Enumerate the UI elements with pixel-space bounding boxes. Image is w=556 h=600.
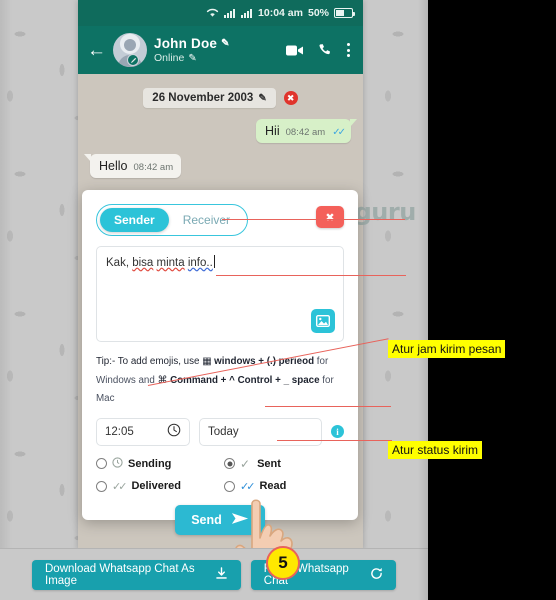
message-input[interactable]: Kak, bisa minta info..	[96, 246, 344, 342]
close-circle-icon[interactable]: ✖	[283, 91, 298, 105]
radio-delivered-label: Delivered	[131, 480, 181, 493]
msg-part-2: bisa	[132, 257, 154, 269]
avatar-edit-badge-icon[interactable]	[127, 54, 139, 66]
msg-part-4: minta	[156, 257, 185, 269]
pencil-icon-date[interactable]: ✎	[258, 93, 266, 104]
close-icon[interactable]: ✖	[316, 206, 344, 228]
emoji-tip-line2: Windows and ⌘ Command + ^ Control + _ sp…	[96, 372, 344, 409]
double-check-blue-icon: ✓✓	[332, 127, 346, 138]
message-input-value: Kak, bisa minta info..	[106, 255, 215, 269]
contact-status-row: Online ✎	[154, 52, 230, 64]
text-caret	[213, 255, 215, 268]
message-bubble[interactable]: Hello 08:42 am	[83, 154, 182, 178]
tip-line1-c: for	[314, 356, 329, 367]
tip-line2-ctrl: ^ Control	[229, 374, 273, 386]
time-input[interactable]: 12:05	[96, 417, 190, 446]
date-input-value: Today	[208, 425, 239, 438]
radio-read[interactable]: ✓✓ Read	[224, 480, 344, 493]
screenshot-root: 10:04 am 50% ← John Doe ✎ Online ✎ 26 No…	[0, 0, 556, 600]
signal-bars-icon	[224, 8, 236, 18]
avatar[interactable]	[113, 33, 147, 67]
message-bubble[interactable]: Hii 08:42 am ✓✓	[256, 119, 357, 143]
download-icon	[215, 566, 228, 583]
toggle-option-sender[interactable]: Sender	[100, 208, 169, 232]
page-canvas: 10:04 am 50% ← John Doe ✎ Online ✎ 26 No…	[0, 0, 428, 600]
phone-status-bar: 10:04 am 50%	[78, 0, 363, 26]
wifi-icon	[206, 8, 219, 18]
radio-sent[interactable]: ✓ Sent	[224, 457, 344, 471]
date-divider-chip[interactable]: 26 November 2003 ✎	[143, 88, 276, 108]
radio-sending[interactable]: Sending	[96, 457, 224, 471]
callout-status-label: Atur status kirim	[388, 441, 483, 459]
signal-bars-icon-2	[241, 8, 253, 18]
tip-line2-c: +	[272, 374, 284, 386]
refresh-icon	[370, 567, 383, 583]
status-bar-time: 10:04 am	[258, 7, 303, 19]
emoji-tip: Tip:- To add emojis, use ▦ windows + (.)…	[96, 353, 344, 409]
message-text: Hii	[265, 124, 280, 138]
date-input[interactable]: Today	[199, 417, 322, 446]
phone-icon[interactable]	[318, 43, 333, 58]
radio-circle[interactable]	[224, 458, 235, 470]
radio-circle[interactable]	[96, 458, 107, 470]
radio-read-label: Read	[259, 480, 287, 493]
tip-line1-a: Tip:- To add emojis, use	[96, 356, 203, 367]
callout-line-status	[277, 440, 392, 442]
bottom-action-bar: Download Whatsapp Chat As Image Reset Wh…	[0, 548, 428, 600]
download-chat-button[interactable]: Download Whatsapp Chat As Image	[32, 559, 241, 590]
download-chat-label: Download Whatsapp Chat As Image	[45, 562, 195, 587]
date-divider-row: 26 November 2003 ✎ ✖	[78, 74, 363, 108]
radio-sent-label: Sent	[257, 457, 281, 470]
clock-icon[interactable]	[167, 423, 181, 440]
chat-header-actions	[286, 43, 354, 58]
battery-percent-label: 50%	[307, 7, 329, 19]
message-row-incoming: Hello 08:42 am	[78, 154, 363, 178]
double-check-blue-icon: ✓✓	[240, 480, 256, 493]
contact-name-row: John Doe ✎	[154, 36, 230, 51]
send-row: Send	[96, 504, 344, 535]
tip-line2-space: _ space	[283, 374, 320, 386]
msg-part-6: info..	[187, 257, 213, 269]
single-check-icon: ✓	[240, 456, 251, 471]
message-row-outgoing: Hii 08:42 am ✓✓	[78, 119, 363, 143]
radio-delivered[interactable]: ✓✓ Delivered	[96, 480, 224, 493]
contact-status: Online	[154, 52, 185, 64]
radio-circle[interactable]	[96, 480, 107, 492]
double-check-gray-icon: ✓✓	[112, 480, 128, 493]
pencil-icon-status[interactable]: ✎	[188, 53, 196, 64]
video-camera-icon[interactable]	[286, 44, 304, 57]
radio-sending-label: Sending	[128, 457, 172, 470]
date-divider-label: 26 November 2003	[152, 92, 254, 104]
step-badge-5: 5	[266, 546, 300, 580]
callout-line-message	[216, 275, 406, 277]
callout-line-toggle	[222, 219, 405, 221]
more-vertical-icon[interactable]	[347, 43, 350, 57]
emoji-tip-line1: Tip:- To add emojis, use ▦ windows + (.)…	[96, 353, 344, 372]
image-icon[interactable]	[311, 309, 335, 333]
message-status-radio-group: Sending ✓ Sent ✓✓ Delivered ✓✓ Read	[96, 457, 344, 493]
message-time: 08:42 am	[285, 127, 326, 138]
radio-circle[interactable]	[224, 480, 235, 492]
send-button-label: Send	[191, 512, 222, 527]
message-text: Hello	[99, 159, 128, 173]
chat-header: ← John Doe ✎ Online ✎	[78, 26, 363, 74]
info-icon[interactable]: i	[331, 425, 344, 439]
callout-time-label: Atur jam kirim pesan	[388, 340, 506, 358]
time-date-fields: 12:05 Today i	[96, 417, 344, 446]
message-time: 08:42 am	[133, 162, 174, 173]
msg-part-1: Kak,	[106, 257, 133, 269]
back-arrow-icon[interactable]: ←	[87, 41, 106, 60]
callout-line-date	[265, 406, 391, 408]
time-input-value: 12:05	[105, 425, 134, 438]
message-composer-modal: Sender Receiver ✖ Kak, bisa minta info..…	[82, 190, 358, 535]
contact-name: John Doe	[154, 36, 218, 51]
battery-icon	[334, 8, 356, 18]
pencil-icon[interactable]: ✎	[221, 38, 230, 49]
sending-icon	[112, 457, 123, 471]
